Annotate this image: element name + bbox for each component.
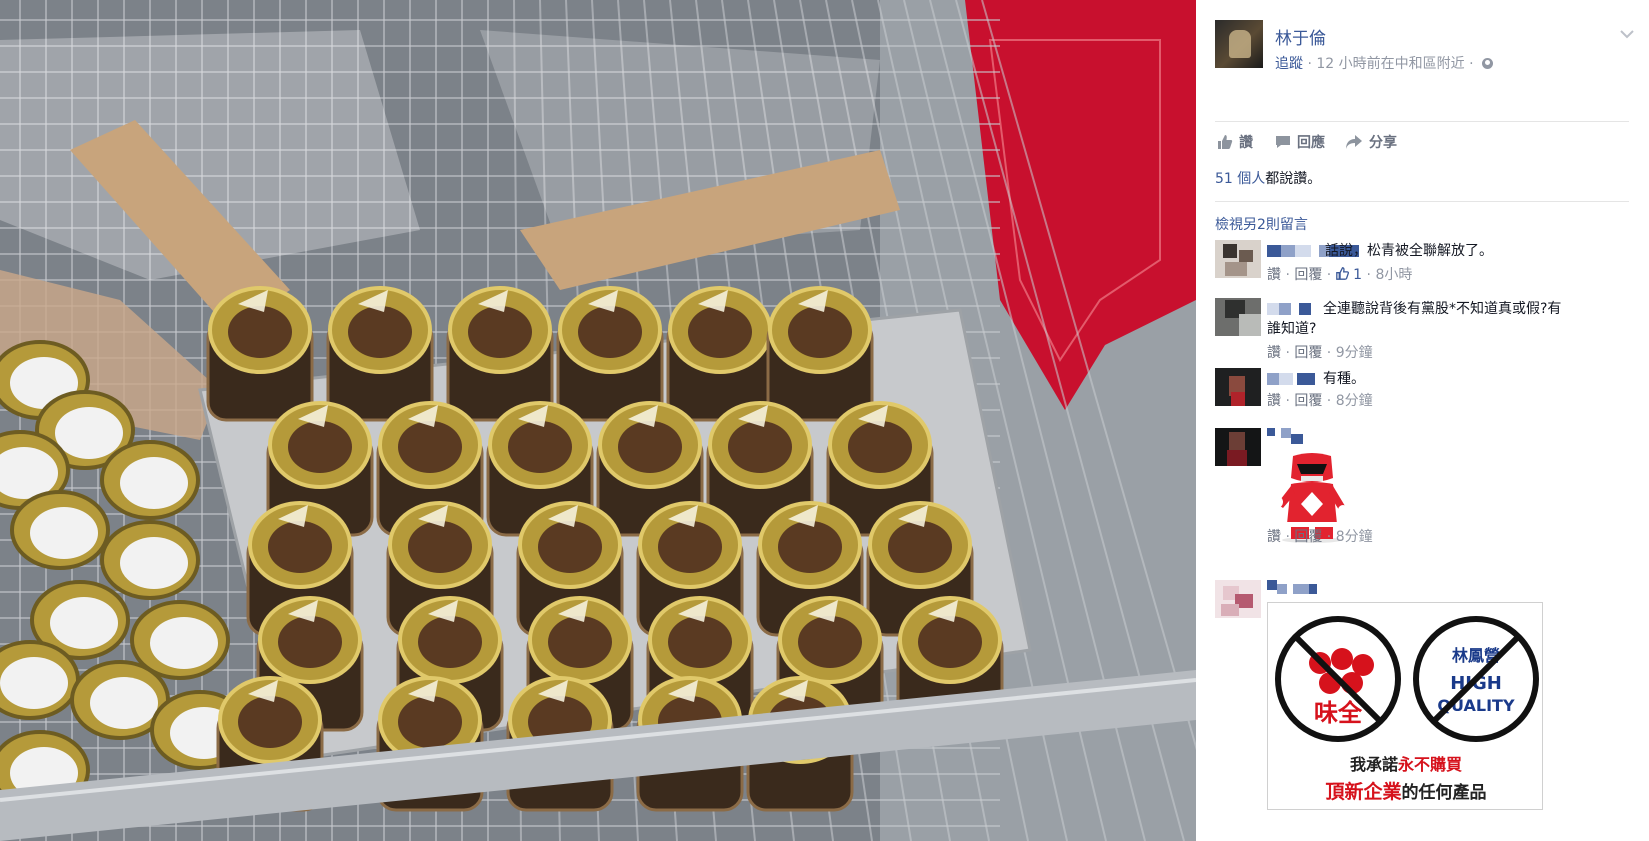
comment-time[interactable]: 8分鐘 bbox=[1336, 393, 1373, 409]
comment-reply-link[interactable]: 回覆 bbox=[1294, 267, 1322, 283]
coffee-granules bbox=[798, 616, 862, 668]
post-side-panel: 林于倫 追蹤 · 12 小時前在中和區附近 · 讚 回應 分享 51 個人都說讚… bbox=[1196, 0, 1649, 841]
commenter-avatar[interactable] bbox=[1215, 580, 1261, 618]
comment-text-line2: 誰知道? bbox=[1267, 321, 1317, 337]
coffee-granules bbox=[728, 421, 792, 473]
author-avatar[interactable] bbox=[1215, 20, 1263, 68]
loose-jar-lid-inner bbox=[90, 677, 158, 729]
boycott-logos: 味全 林鳳營 HIGH QUALITY bbox=[1275, 616, 1539, 742]
comment-actions: 讚 · 回覆 · 1 · 8小時 bbox=[1267, 267, 1413, 283]
like-label: 讚 bbox=[1239, 135, 1253, 151]
author-name[interactable]: 林于倫 bbox=[1275, 24, 1326, 49]
likes-count-link[interactable]: 51 個人 bbox=[1215, 171, 1265, 187]
coffee-granules bbox=[228, 306, 292, 358]
coffee-granules bbox=[668, 616, 732, 668]
like-button[interactable]: 讚 bbox=[1217, 132, 1253, 152]
boycott-pledge-line1: 我承諾永不購買 bbox=[1349, 755, 1463, 774]
coffee-granules bbox=[348, 306, 412, 358]
comment-text-line1: 全連聽說背後有黨股*不知道真或假?有 bbox=[1323, 301, 1562, 317]
coffee-granules bbox=[398, 696, 462, 748]
lin-feng-ying-logo: 林鳳營 HIGH QUALITY bbox=[1413, 616, 1539, 742]
comment-reply-link[interactable]: 回覆 bbox=[1294, 345, 1322, 361]
chevron-down-icon[interactable] bbox=[1619, 28, 1635, 40]
photo-coffee-jars-in-cart bbox=[0, 0, 1196, 841]
commenter-avatar[interactable] bbox=[1215, 428, 1261, 466]
comment-label: 回應 bbox=[1297, 135, 1325, 151]
comment-like-link[interactable]: 讚 bbox=[1267, 345, 1281, 361]
thumbs-up-icon bbox=[1335, 267, 1349, 280]
likes-summary: 51 個人都說讚。 bbox=[1215, 168, 1629, 202]
coffee-granules bbox=[398, 421, 462, 473]
comment-button[interactable]: 回應 bbox=[1275, 132, 1325, 152]
comment-bubble-icon bbox=[1276, 136, 1290, 148]
comment-text: 有種。 bbox=[1323, 371, 1365, 387]
comment-reply-link[interactable]: 回覆 bbox=[1294, 529, 1322, 545]
globe-icon bbox=[1481, 58, 1493, 69]
comment-item: 讚 · 回覆 · 8分鐘 bbox=[1215, 428, 1629, 578]
comment-reply-link[interactable]: 回覆 bbox=[1294, 393, 1322, 409]
coffee-granules bbox=[418, 616, 482, 668]
comment-item: 味全 林鳳營 HIGH QUALITY 我承諾永不購買 頂新企業的任何產品 bbox=[1215, 580, 1629, 820]
coffee-granules bbox=[848, 421, 912, 473]
coffee-granules bbox=[538, 521, 602, 573]
coffee-granules bbox=[238, 696, 302, 748]
comment-text: 話說，松青被全聯解放了。 bbox=[1325, 243, 1493, 259]
boycott-pledge-line2: 頂新企業的任何產品 bbox=[1325, 781, 1487, 803]
commenter-avatar[interactable] bbox=[1215, 240, 1261, 278]
share-arrow-icon bbox=[1346, 135, 1362, 149]
comment-actions: 讚 · 回覆 · 9分鐘 bbox=[1267, 345, 1373, 361]
loose-jar-lid-inner bbox=[120, 537, 188, 589]
share-button[interactable]: 分享 bbox=[1345, 132, 1397, 152]
wei-chuan-logo: 味全 bbox=[1275, 616, 1401, 742]
wei-chuan-logo-text: 味全 bbox=[1314, 699, 1363, 727]
loose-jar-lid-inner bbox=[30, 507, 98, 559]
coffee-granules bbox=[468, 306, 532, 358]
thumbs-up-icon bbox=[1218, 135, 1233, 149]
coffee-granules bbox=[918, 616, 982, 668]
coffee-granules bbox=[408, 521, 472, 573]
commenter-avatar[interactable] bbox=[1215, 368, 1261, 406]
coffee-granules bbox=[268, 521, 332, 573]
comment-time[interactable]: 9分鐘 bbox=[1336, 345, 1373, 361]
comment-item: 全連聽說背後有黨股*不知道真或假?有 誰知道? 讚 · 回覆 · 9分鐘 bbox=[1215, 298, 1629, 364]
coffee-granules bbox=[618, 421, 682, 473]
loose-jar-lid-inner bbox=[55, 407, 123, 459]
comment-item: 有種。 讚 · 回覆 · 8分鐘 bbox=[1215, 368, 1629, 412]
comment-time[interactable]: 8分鐘 bbox=[1336, 529, 1373, 545]
comment-time[interactable]: 8小時 bbox=[1375, 267, 1412, 283]
loose-jar-lid-inner bbox=[50, 597, 118, 649]
boycott-image[interactable]: 味全 林鳳營 HIGH QUALITY 我承諾永不購買 頂新企業的任何產品 bbox=[1267, 602, 1543, 810]
coffee-granules bbox=[578, 306, 642, 358]
post-header: 林于倫 追蹤 · 12 小時前在中和區附近 · bbox=[1215, 20, 1635, 76]
coffee-granules bbox=[278, 616, 342, 668]
coffee-granules bbox=[778, 521, 842, 573]
coffee-granules bbox=[688, 306, 752, 358]
coffee-granules bbox=[508, 421, 572, 473]
view-more-comments-link[interactable]: 檢視另2則留言 bbox=[1215, 214, 1308, 234]
comment-item: 話說，松青被全聯解放了。 讚 · 回覆 · 1 · 8小時 bbox=[1215, 240, 1629, 288]
loose-jar-lid-inner bbox=[0, 657, 68, 709]
post-meta: 追蹤 · 12 小時前在中和區附近 · bbox=[1275, 53, 1493, 73]
comment-like-link[interactable]: 讚 bbox=[1267, 529, 1281, 545]
coffee-granules bbox=[548, 616, 612, 668]
post-photo[interactable] bbox=[0, 0, 1196, 841]
loose-jar-lid-inner bbox=[120, 457, 188, 509]
follow-link[interactable]: 追蹤 bbox=[1275, 56, 1303, 72]
comment-actions: 讚 · 回覆 · 8分鐘 bbox=[1267, 529, 1373, 545]
comment-like-count[interactable]: 1 bbox=[1353, 267, 1362, 283]
comment-like-link[interactable]: 讚 bbox=[1267, 393, 1281, 409]
coffee-granules bbox=[888, 521, 952, 573]
loose-jar-lid-inner bbox=[150, 617, 218, 669]
comment-like-link[interactable]: 讚 bbox=[1267, 267, 1281, 283]
post-timestamp-location: · 12 小時前在中和區附近 · bbox=[1303, 56, 1478, 72]
coffee-granules bbox=[788, 306, 852, 358]
coffee-granules bbox=[288, 421, 352, 473]
share-label: 分享 bbox=[1369, 135, 1397, 151]
likes-suffix: 都說讚。 bbox=[1265, 171, 1322, 187]
coffee-granules bbox=[658, 521, 722, 573]
post-action-bar: 讚 回應 分享 bbox=[1215, 121, 1629, 161]
commenter-avatar[interactable] bbox=[1215, 298, 1261, 336]
comment-actions: 讚 · 回覆 · 8分鐘 bbox=[1267, 393, 1373, 409]
